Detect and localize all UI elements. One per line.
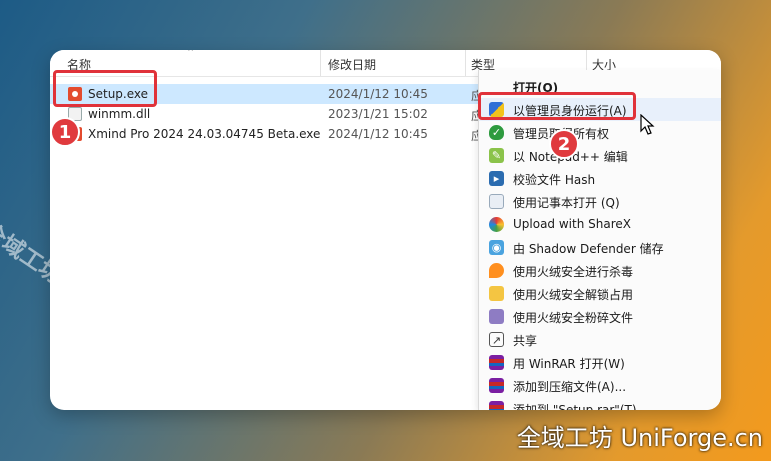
run-as-admin-highlight-box [478, 92, 636, 120]
bottom-watermark: 全域工坊 UniForge.cn [516, 424, 763, 452]
menu-item-share[interactable]: ↗ 共享 [479, 328, 721, 351]
menu-item-notepadpp[interactable]: ✎ 以 Notepad++ 编辑 [479, 144, 721, 167]
file-explorer-window: ⌃ 名称 修改日期 类型 大小 Setup.exe 2024/1/12 10:4… [50, 50, 721, 410]
huorong-antivirus-icon [489, 263, 504, 278]
share-icon: ↗ [489, 332, 504, 347]
menu-item-huorong-unlock[interactable]: 使用火绒安全解锁占用 [479, 282, 721, 305]
menu-item-huorong-scan[interactable]: 使用火绒安全进行杀毒 [479, 259, 721, 282]
file-date: 2024/1/12 10:45 [328, 127, 428, 141]
menu-item-shadow-defender[interactable]: ◉ 由 Shadow Defender 储存 [479, 236, 721, 259]
huorong-shred-icon [489, 309, 504, 324]
notepad-plus-plus-icon: ✎ [489, 148, 504, 163]
winrar-icon [489, 378, 504, 393]
setup-highlight-box [53, 70, 157, 107]
winrar-icon [489, 401, 504, 410]
huorong-unlock-icon [489, 286, 504, 301]
step-2-badge: 2 [549, 129, 579, 159]
menu-item-notepad[interactable]: 使用记事本打开 (Q) [479, 190, 721, 213]
shadow-defender-icon: ◉ [489, 240, 504, 255]
file-date: 2024/1/12 10:45 [328, 87, 428, 101]
menu-item-add-setup-rar[interactable]: 添加到 "Setup.rar"(T) [479, 397, 721, 410]
winrar-icon [489, 355, 504, 370]
file-name: Xmind Pro 2024 24.03.04745 Beta.exe [88, 127, 321, 141]
hash-icon: ▸ [489, 171, 504, 186]
menu-item-add-archive[interactable]: 添加到压缩文件(A)... [479, 374, 721, 397]
sort-caret-icon: ⌃ [186, 50, 196, 59]
menu-item-take-ownership[interactable]: ✓ 管理员取得所有权 [479, 121, 721, 144]
file-date: 2023/1/21 15:02 [328, 107, 428, 121]
sharex-icon [489, 217, 504, 232]
menu-item-sharex[interactable]: Upload with ShareX [479, 213, 721, 236]
green-shield-icon: ✓ [489, 125, 504, 140]
notepad-icon [489, 194, 504, 209]
context-menu: 打开(O) 以管理员身份运行(A) ✓ 管理员取得所有权 ✎ 以 Notepad… [478, 70, 721, 410]
file-name: winmm.dll [88, 107, 151, 121]
menu-item-huorong-shred[interactable]: 使用火绒安全粉碎文件 [479, 305, 721, 328]
menu-item-hash[interactable]: ▸ 校验文件 Hash [479, 167, 721, 190]
menu-item-winrar-open[interactable]: 用 WinRAR 打开(W) [479, 351, 721, 374]
step-1-badge: 1 [50, 117, 80, 147]
mouse-pointer-icon [640, 114, 655, 135]
column-date-header[interactable]: 修改日期 [328, 56, 376, 73]
